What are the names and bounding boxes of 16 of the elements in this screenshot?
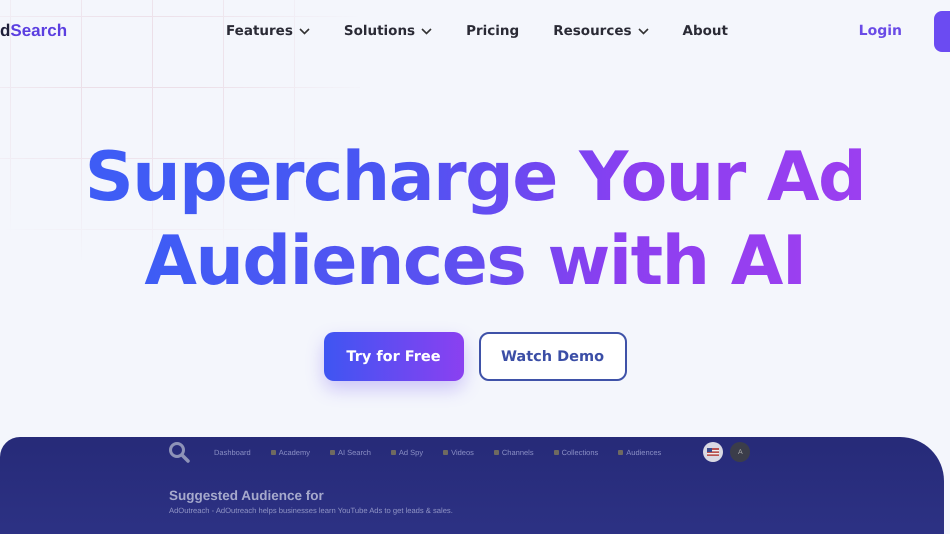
nav-link[interactable]: Solutions [344, 23, 432, 39]
try-free-button[interactable]: Try for Free [324, 332, 464, 381]
nav-link[interactable]: Resources [553, 23, 649, 39]
chevron-down-icon [638, 28, 649, 34]
nav-link[interactable]: About [682, 23, 728, 39]
flag-icon[interactable] [703, 442, 724, 462]
nav-link[interactable]: Pricing [466, 23, 520, 39]
chevron-down-icon [421, 28, 432, 34]
signup-button[interactable] [934, 10, 950, 52]
watch-demo-button[interactable]: Watch Demo [478, 332, 626, 381]
logo-text[interactable]: dSearch [0, 21, 226, 41]
nav-link[interactable]: Features [226, 23, 310, 39]
section-heading: Suggested Audience for [169, 488, 324, 503]
search-icon [168, 441, 190, 463]
login-link[interactable]: Login [858, 23, 902, 39]
chevron-down-icon [298, 28, 310, 34]
